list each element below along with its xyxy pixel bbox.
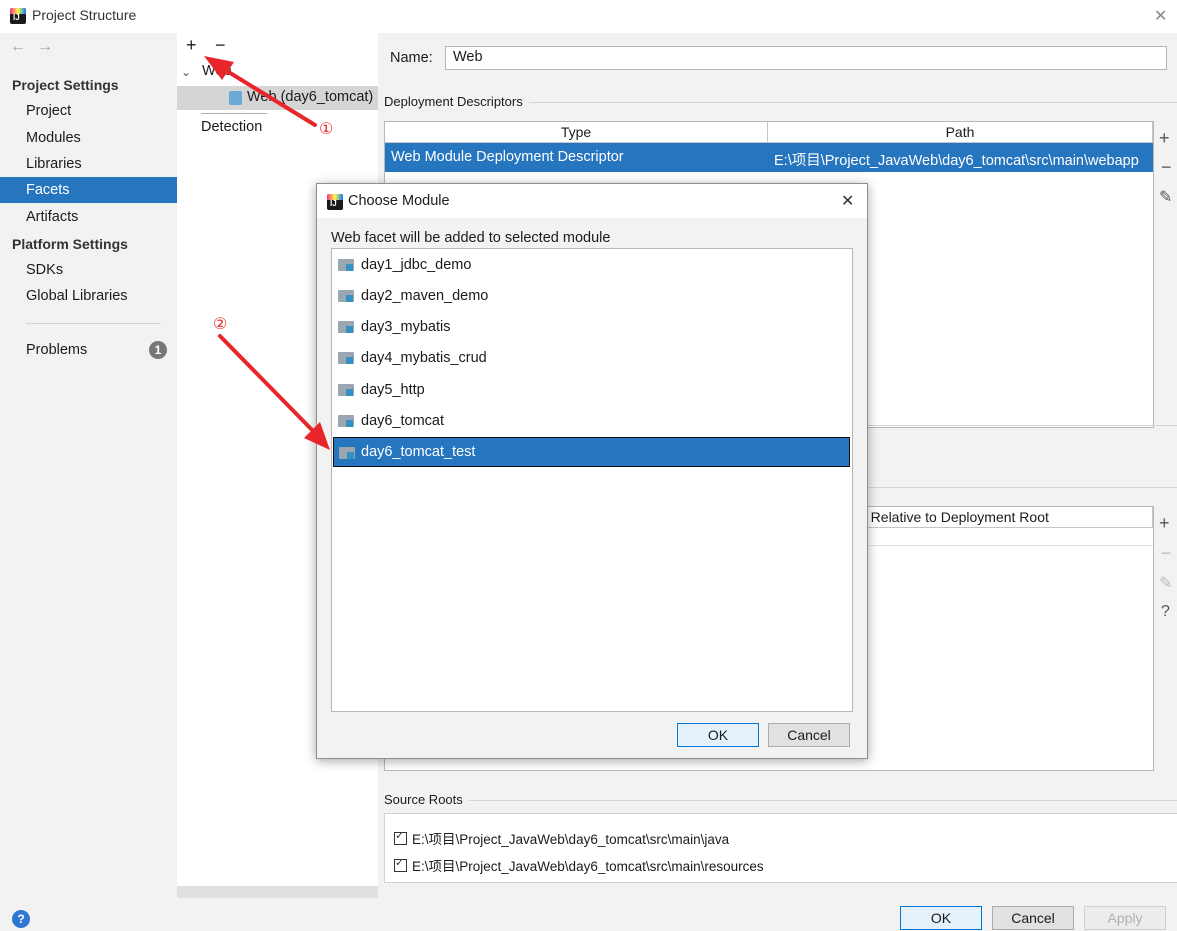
annotation-marker-1: ① [319,121,334,138]
annotation-marker-2: ② [213,316,228,333]
annotation-overlay [204,56,330,450]
annotation-arrow-1 [204,56,317,127]
annotation-arrow-2 [218,334,330,450]
